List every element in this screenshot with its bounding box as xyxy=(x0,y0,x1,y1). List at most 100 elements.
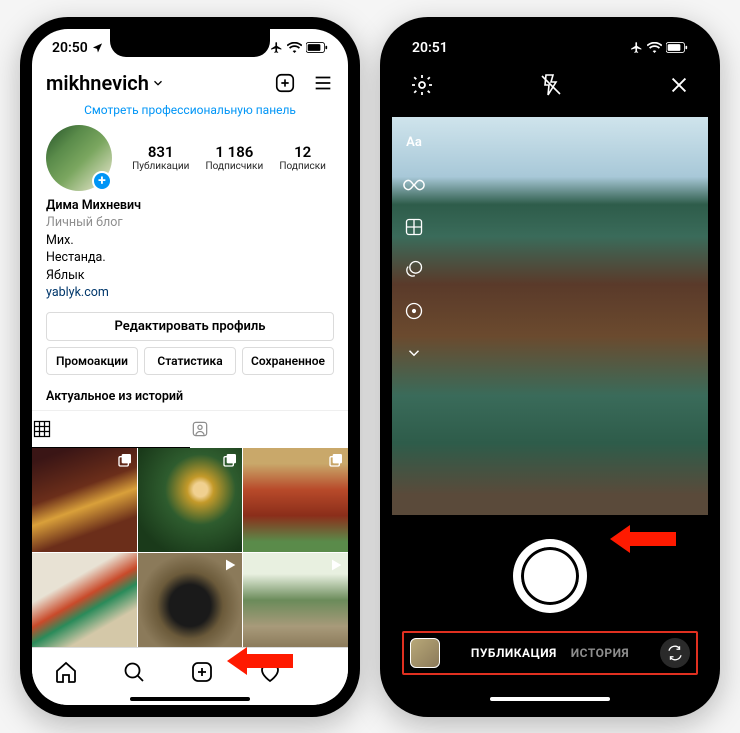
stat-following[interactable]: 12 Подписки xyxy=(279,143,325,172)
chevron-down-icon xyxy=(405,344,423,362)
flip-camera-button[interactable] xyxy=(660,638,690,668)
bio-line-2: Нестанда. xyxy=(46,249,334,267)
bio-line-3: Яблык xyxy=(46,267,334,285)
battery-icon xyxy=(306,42,328,53)
wifi-icon xyxy=(647,42,662,53)
tab-grid[interactable] xyxy=(32,411,190,448)
menu-button[interactable] xyxy=(312,72,334,94)
wifi-icon xyxy=(287,42,302,53)
post-thumbnail[interactable] xyxy=(32,448,137,553)
nav-create[interactable] xyxy=(190,660,214,684)
layout-tool[interactable] xyxy=(400,213,428,241)
tagged-icon xyxy=(190,419,210,439)
saved-button[interactable]: Сохраненное xyxy=(242,347,334,375)
settings-button[interactable] xyxy=(410,73,434,97)
bio-link[interactable]: yablyk.com xyxy=(46,284,334,302)
create-button[interactable] xyxy=(274,72,296,94)
level-icon xyxy=(404,301,424,321)
username-text: mikhnevich xyxy=(46,71,149,95)
post-thumbnail[interactable] xyxy=(32,553,137,658)
post-thumbnail[interactable] xyxy=(138,553,243,658)
status-time: 20:50 xyxy=(52,40,88,56)
post-thumbnail[interactable] xyxy=(243,448,348,553)
annotation-arrow xyxy=(227,647,293,675)
stat-following-label: Подписки xyxy=(279,161,325,172)
stat-posts-count: 831 xyxy=(132,143,189,161)
grid-icon xyxy=(32,419,52,439)
battery-icon xyxy=(666,42,688,53)
video-icon xyxy=(222,557,238,573)
bio-name: Дима Михневич xyxy=(46,197,334,215)
flash-button[interactable] xyxy=(539,73,563,97)
nav-home[interactable] xyxy=(54,660,78,684)
stat-posts-label: Публикации xyxy=(132,161,189,172)
location-icon xyxy=(92,42,103,53)
mode-post[interactable]: ПУБЛИКАЦИЯ xyxy=(471,646,557,660)
post-thumbnail[interactable] xyxy=(243,553,348,658)
gallery-button[interactable] xyxy=(410,638,440,668)
home-indicator xyxy=(490,697,610,701)
text-tool[interactable]: Aa xyxy=(400,129,428,157)
home-indicator xyxy=(130,697,250,701)
shutter-button[interactable] xyxy=(517,543,583,609)
flip-camera-icon xyxy=(666,644,684,662)
layout-icon xyxy=(404,217,424,237)
story-tools: Aa xyxy=(400,129,428,367)
gear-icon xyxy=(410,73,434,97)
status-time: 20:51 xyxy=(412,40,448,56)
bio-category: Личный блог xyxy=(46,214,334,232)
expand-tools[interactable] xyxy=(400,339,428,367)
screen-profile: 20:50 mikhnevich См xyxy=(32,29,348,705)
flash-off-icon xyxy=(539,73,563,97)
plus-square-icon xyxy=(190,660,214,684)
bio-line-1: Мих. xyxy=(46,232,334,250)
profile-stats-row: + 831 Публикации 1 186 Подписчики 12 Под… xyxy=(32,125,348,191)
carousel-icon xyxy=(222,452,238,468)
notch xyxy=(470,29,630,57)
nav-search[interactable] xyxy=(122,660,146,684)
multi-capture-tool[interactable] xyxy=(400,255,428,283)
multi-icon xyxy=(404,259,424,279)
stat-followers-count: 1 186 xyxy=(206,143,264,161)
infinity-icon xyxy=(403,174,425,196)
screen-camera: 20:51 Aa ПУБ xyxy=(392,29,708,705)
tab-tagged[interactable] xyxy=(190,411,348,448)
username-toggle[interactable]: mikhnevich xyxy=(46,71,165,95)
stat-followers-label: Подписчики xyxy=(206,161,264,172)
stat-followers[interactable]: 1 186 Подписчики xyxy=(206,143,264,172)
edit-profile-button[interactable]: Редактировать профиль xyxy=(46,312,334,341)
annotation-arrow xyxy=(610,525,676,553)
bio: Дима Михневич Личный блог Мих. Нестанда.… xyxy=(32,191,348,312)
highlights-header[interactable]: Актуальное из историй xyxy=(32,381,348,410)
add-story-icon[interactable]: + xyxy=(92,171,112,191)
boomerang-tool[interactable] xyxy=(400,171,428,199)
promotions-button[interactable]: Промоакции xyxy=(46,347,138,375)
notch xyxy=(110,29,270,57)
airplane-icon xyxy=(270,41,283,54)
insights-button[interactable]: Статистика xyxy=(144,347,236,375)
stat-posts[interactable]: 831 Публикации xyxy=(132,143,189,172)
plus-square-icon xyxy=(274,72,296,94)
post-thumbnail[interactable] xyxy=(138,448,243,553)
pro-dashboard-link[interactable]: Смотреть профессиональную панель xyxy=(32,99,348,125)
video-icon xyxy=(328,557,344,573)
profile-tabs xyxy=(32,410,348,448)
home-icon xyxy=(54,660,78,684)
chevron-down-icon xyxy=(151,76,165,90)
carousel-icon xyxy=(117,452,133,468)
stat-following-count: 12 xyxy=(279,143,325,161)
level-tool[interactable] xyxy=(400,297,428,325)
phone-left: 20:50 mikhnevich См xyxy=(20,17,360,717)
close-icon xyxy=(668,74,690,96)
avatar[interactable]: + xyxy=(46,125,112,191)
camera-viewfinder[interactable] xyxy=(392,117,708,515)
phone-right: 20:51 Aa ПУБ xyxy=(380,17,720,717)
hamburger-icon xyxy=(312,72,334,94)
airplane-icon xyxy=(630,41,643,54)
carousel-icon xyxy=(328,452,344,468)
mode-selector-bar: ПУБЛИКАЦИЯ ИСТОРИЯ xyxy=(402,631,698,675)
mode-story[interactable]: ИСТОРИЯ xyxy=(571,646,629,660)
close-button[interactable] xyxy=(668,74,690,96)
posts-grid xyxy=(32,448,348,658)
search-icon xyxy=(122,660,146,684)
